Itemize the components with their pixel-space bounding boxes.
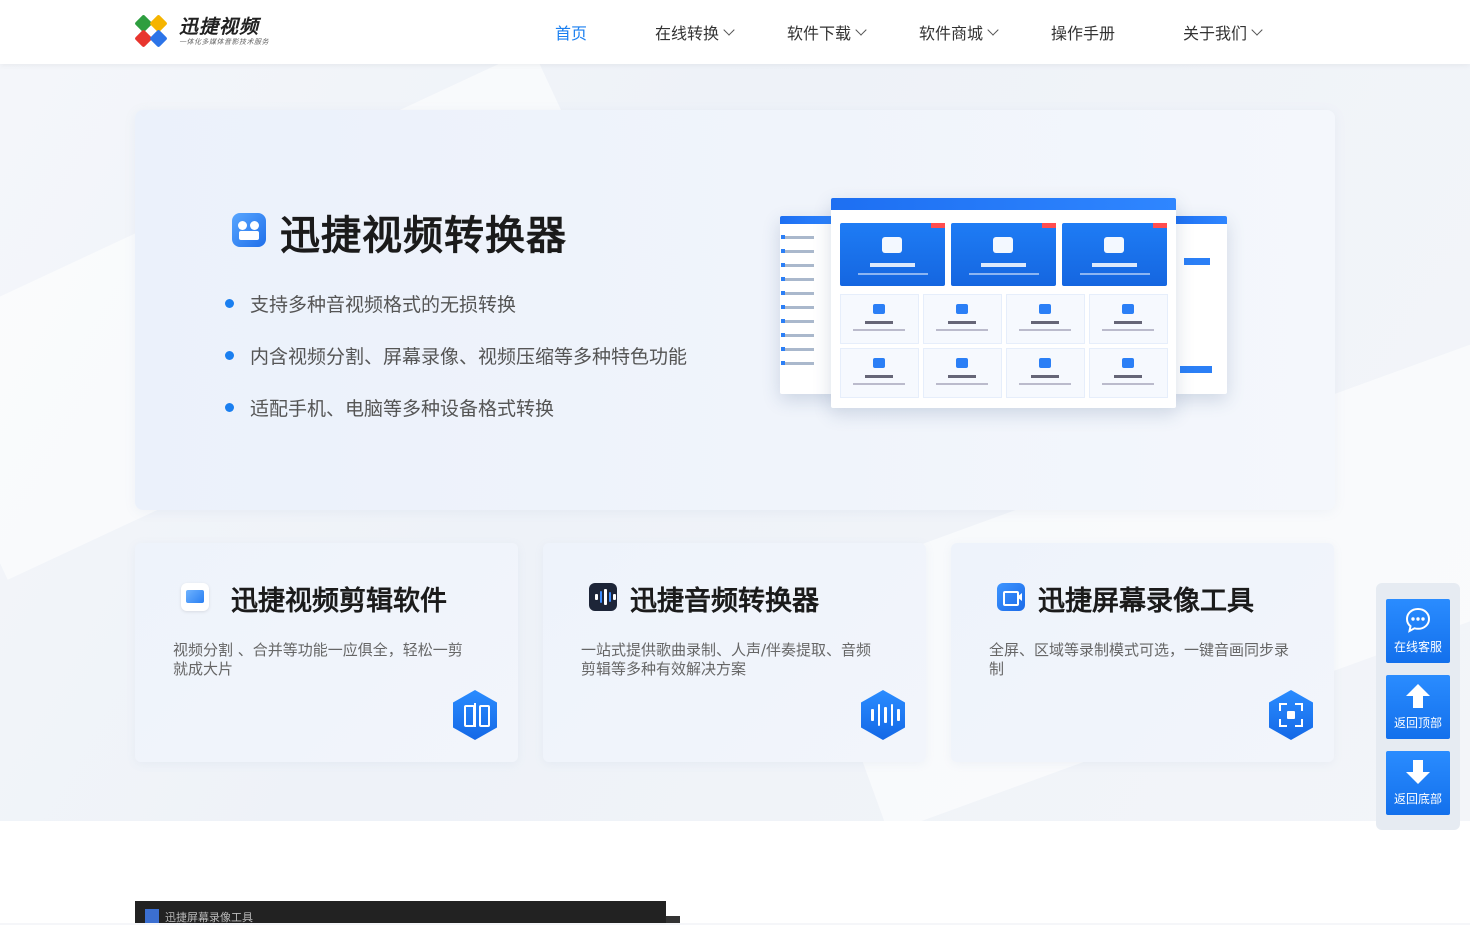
preview-shadow bbox=[666, 916, 680, 923]
nav-item-online-convert[interactable]: 在线转换 bbox=[655, 21, 735, 43]
nav-item-software-store[interactable]: 软件商城 bbox=[919, 21, 999, 43]
nav-item-home[interactable]: 首页 bbox=[555, 21, 587, 43]
nav-item-software-download[interactable]: 软件下载 bbox=[787, 21, 867, 43]
nav-item-label: 首页 bbox=[555, 24, 588, 43]
hero-title: 迅捷视频转换器 bbox=[280, 213, 567, 259]
nav-item-manual[interactable]: 操作手册 bbox=[1051, 21, 1115, 43]
logo-name: 迅捷视频 bbox=[179, 15, 260, 38]
feature-text: 支持多种音视频格式的无损转换 bbox=[250, 294, 517, 316]
video-converter-icon bbox=[232, 213, 266, 247]
logo-text: 迅捷视频 一体化多媒体音影技术服务 bbox=[179, 16, 269, 47]
button-label: 返回底部 bbox=[1393, 792, 1442, 806]
product-title: 迅捷屏幕录像工具 bbox=[1038, 586, 1254, 617]
site-logo[interactable]: 迅捷视频 一体化多媒体音影技术服务 bbox=[134, 14, 269, 48]
feature-item: 适配手机、电脑等多种设备格式转换 bbox=[225, 394, 554, 421]
screenshot-window-back-right bbox=[1170, 216, 1227, 394]
arrow-down-icon bbox=[1406, 760, 1430, 784]
nav-item-label: 在线转换 bbox=[655, 24, 720, 43]
app-icon bbox=[145, 909, 159, 923]
nav-item-about-us[interactable]: 关于我们 bbox=[1183, 21, 1263, 43]
next-section-preview: 迅捷屏幕录像工具 bbox=[135, 901, 666, 924]
feature-text: 内含视频分割、屏幕录像、视频压缩等多种特色功能 bbox=[250, 346, 688, 368]
hero-banner[interactable]: 迅捷视频转换器 支持多种音视频格式的无损转换 内含视频分割、屏幕录像、视频压缩等… bbox=[135, 110, 1335, 510]
chevron-down-icon bbox=[855, 24, 867, 36]
product-card-screen-recorder[interactable]: 迅捷屏幕录像工具 全屏、区域等录制模式可选，一键音画同步录制 bbox=[951, 543, 1334, 762]
site-header: 迅捷视频 一体化多媒体音影技术服务 首页 在线转换 软件下载 软件商城 操作手册… bbox=[0, 0, 1470, 64]
back-to-top-button[interactable]: 返回顶部 bbox=[1386, 675, 1450, 739]
chevron-down-icon bbox=[723, 24, 735, 36]
floating-service-panel: 在线客服 返回顶部 返回底部 bbox=[1376, 583, 1460, 830]
bullet-icon bbox=[225, 351, 234, 360]
chevron-down-icon bbox=[1251, 24, 1263, 36]
screen-record-icon bbox=[997, 583, 1025, 611]
product-desc: 一站式提供歌曲录制、人声/伴奏提取、音频剪辑等多种有效解决方案 bbox=[581, 641, 872, 678]
bullet-icon bbox=[225, 299, 234, 308]
logo-mark-icon bbox=[134, 14, 169, 48]
audio-hex-icon bbox=[861, 690, 905, 740]
arrow-up-icon bbox=[1406, 684, 1430, 708]
chat-icon bbox=[1405, 607, 1431, 633]
split-hex-icon bbox=[453, 690, 497, 740]
bullet-icon bbox=[225, 403, 234, 412]
button-label: 返回顶部 bbox=[1393, 716, 1442, 730]
product-desc: 全屏、区域等录制模式可选，一键音画同步录制 bbox=[989, 641, 1290, 678]
screenshot-window-main bbox=[831, 198, 1176, 408]
button-label: 在线客服 bbox=[1393, 640, 1442, 654]
product-title: 迅捷视频剪辑软件 bbox=[231, 586, 447, 617]
video-editor-icon bbox=[181, 583, 209, 611]
product-card-audio-converter[interactable]: 迅捷音频转换器 一站式提供歌曲录制、人声/伴奏提取、音频剪辑等多种有效解决方案 bbox=[543, 543, 926, 762]
product-title: 迅捷音频转换器 bbox=[630, 586, 819, 617]
product-desc: 视频分割 、合并等功能一应俱全，轻松一剪就成大片 bbox=[173, 641, 463, 678]
product-card-video-editor[interactable]: 迅捷视频剪辑软件 视频分割 、合并等功能一应俱全，轻松一剪就成大片 bbox=[135, 543, 518, 762]
nav-item-label: 软件下载 bbox=[787, 24, 852, 43]
audio-wave-icon bbox=[589, 583, 617, 611]
feature-text: 适配手机、电脑等多种设备格式转换 bbox=[250, 398, 555, 420]
back-to-bottom-button[interactable]: 返回底部 bbox=[1386, 751, 1450, 815]
record-hex-icon bbox=[1269, 690, 1313, 740]
online-service-button[interactable]: 在线客服 bbox=[1386, 599, 1450, 663]
nav-item-label: 操作手册 bbox=[1051, 24, 1116, 43]
nav-item-label: 软件商城 bbox=[919, 24, 984, 43]
chevron-down-icon bbox=[987, 24, 999, 36]
logo-slogan: 一体化多媒体音影技术服务 bbox=[179, 37, 269, 46]
nav-item-label: 关于我们 bbox=[1183, 24, 1248, 43]
feature-item: 支持多种音视频格式的无损转换 bbox=[225, 290, 516, 317]
feature-item: 内含视频分割、屏幕录像、视频压缩等多种特色功能 bbox=[225, 342, 687, 369]
